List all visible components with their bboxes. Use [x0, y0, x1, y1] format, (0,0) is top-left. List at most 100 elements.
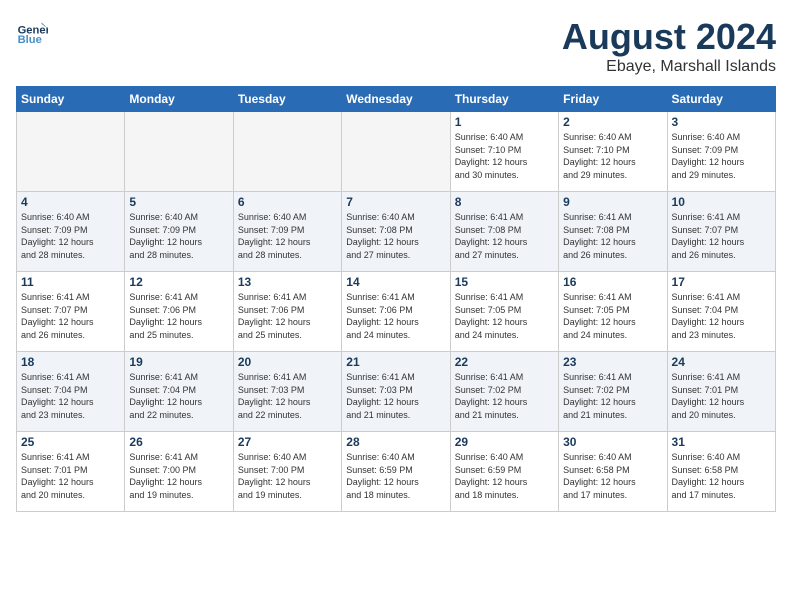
day-info: Sunrise: 6:41 AM Sunset: 7:06 PM Dayligh… [346, 291, 445, 341]
calendar-day-cell: 10 Sunrise: 6:41 AM Sunset: 7:07 PM Dayli… [667, 192, 775, 272]
day-number: 19 [129, 355, 228, 369]
day-number: 10 [672, 195, 771, 209]
calendar-day-cell: 3 Sunrise: 6:40 AM Sunset: 7:09 PM Daylig… [667, 112, 775, 192]
location-title: Ebaye, Marshall Islands [562, 58, 776, 76]
calendar-day-cell: 22 Sunrise: 6:41 AM Sunset: 7:02 PM Dayli… [450, 352, 558, 432]
day-number: 30 [563, 435, 662, 449]
calendar-header-row: SundayMondayTuesdayWednesdayThursdayFrid… [17, 87, 776, 112]
day-number: 8 [455, 195, 554, 209]
calendar-day-cell: 20Sunrise: 6:41 AM Sunset: 7:03 PM Dayli… [233, 352, 341, 432]
calendar-day-cell: 15 Sunrise: 6:41 AM Sunset: 7:05 PM Dayli… [450, 272, 558, 352]
calendar-day-cell: 25 Sunrise: 6:41 AM Sunset: 7:01 PM Dayli… [17, 432, 125, 512]
day-info: Sunrise: 6:41 AM Sunset: 7:04 PM Dayligh… [129, 371, 228, 421]
day-info: Sunrise: 6:40 AM Sunset: 7:08 PM Dayligh… [346, 211, 445, 261]
calendar-week-row: 4Sunrise: 6:40 AM Sunset: 7:09 PM Daylig… [17, 192, 776, 272]
day-number: 13 [238, 275, 337, 289]
day-number: 27 [238, 435, 337, 449]
weekday-header: Sunday [17, 87, 125, 112]
calendar-day-cell: 19 Sunrise: 6:41 AM Sunset: 7:04 PM Dayli… [125, 352, 233, 432]
calendar-day-cell: 12 Sunrise: 6:41 AM Sunset: 7:06 PM Dayli… [125, 272, 233, 352]
day-number: 1 [455, 115, 554, 129]
calendar-day-cell: 16 Sunrise: 6:41 AM Sunset: 7:05 PM Dayli… [559, 272, 667, 352]
day-info: Sunrise: 6:41 AM Sunset: 7:07 PM Dayligh… [21, 291, 120, 341]
day-number: 23 [563, 355, 662, 369]
day-number: 25 [21, 435, 120, 449]
calendar-day-cell: 26Sunrise: 6:41 AM Sunset: 7:00 PM Dayli… [125, 432, 233, 512]
day-number: 14 [346, 275, 445, 289]
logo: General Blue [16, 16, 48, 48]
weekday-header: Monday [125, 87, 233, 112]
day-number: 3 [672, 115, 771, 129]
day-info: Sunrise: 6:41 AM Sunset: 7:05 PM Dayligh… [563, 291, 662, 341]
day-number: 18 [21, 355, 120, 369]
calendar-day-cell: 11 Sunrise: 6:41 AM Sunset: 7:07 PM Dayli… [17, 272, 125, 352]
calendar-day-cell: 2 Sunrise: 6:40 AM Sunset: 7:10 PM Daylig… [559, 112, 667, 192]
calendar-day-cell [233, 112, 341, 192]
calendar-day-cell: 24Sunrise: 6:41 AM Sunset: 7:01 PM Dayli… [667, 352, 775, 432]
day-number: 22 [455, 355, 554, 369]
day-info: Sunrise: 6:41 AM Sunset: 7:00 PM Dayligh… [129, 451, 228, 501]
day-number: 6 [238, 195, 337, 209]
calendar-day-cell: 13 Sunrise: 6:41 AM Sunset: 7:06 PM Dayli… [233, 272, 341, 352]
day-number: 15 [455, 275, 554, 289]
day-info: Sunrise: 6:40 AM Sunset: 7:00 PM Dayligh… [238, 451, 337, 501]
weekday-header: Thursday [450, 87, 558, 112]
weekday-header: Saturday [667, 87, 775, 112]
calendar-day-cell: 14 Sunrise: 6:41 AM Sunset: 7:06 PM Dayli… [342, 272, 450, 352]
day-info: Sunrise: 6:41 AM Sunset: 7:06 PM Dayligh… [129, 291, 228, 341]
day-number: 31 [672, 435, 771, 449]
calendar-week-row: 25 Sunrise: 6:41 AM Sunset: 7:01 PM Dayli… [17, 432, 776, 512]
calendar-week-row: 11 Sunrise: 6:41 AM Sunset: 7:07 PM Dayli… [17, 272, 776, 352]
calendar-table: SundayMondayTuesdayWednesdayThursdayFrid… [16, 86, 776, 512]
day-info: Sunrise: 6:41 AM Sunset: 7:01 PM Dayligh… [21, 451, 120, 501]
day-info: Sunrise: 6:40 AM Sunset: 7:09 PM Dayligh… [21, 211, 120, 261]
day-info: Sunrise: 6:41 AM Sunset: 7:01 PM Dayligh… [672, 371, 771, 421]
day-info: Sunrise: 6:40 AM Sunset: 6:58 PM Dayligh… [672, 451, 771, 501]
day-info: Sunrise: 6:41 AM Sunset: 7:02 PM Dayligh… [455, 371, 554, 421]
day-info: Sunrise: 6:40 AM Sunset: 7:09 PM Dayligh… [129, 211, 228, 261]
day-info: Sunrise: 6:40 AM Sunset: 6:58 PM Dayligh… [563, 451, 662, 501]
day-number: 12 [129, 275, 228, 289]
day-number: 16 [563, 275, 662, 289]
day-info: Sunrise: 6:41 AM Sunset: 7:03 PM Dayligh… [346, 371, 445, 421]
day-info: Sunrise: 6:41 AM Sunset: 7:07 PM Dayligh… [672, 211, 771, 261]
calendar-day-cell: 23 Sunrise: 6:41 AM Sunset: 7:02 PM Dayli… [559, 352, 667, 432]
svg-text:Blue: Blue [18, 34, 42, 46]
day-info: Sunrise: 6:41 AM Sunset: 7:02 PM Dayligh… [563, 371, 662, 421]
day-info: Sunrise: 6:41 AM Sunset: 7:06 PM Dayligh… [238, 291, 337, 341]
day-info: Sunrise: 6:41 AM Sunset: 7:04 PM Dayligh… [21, 371, 120, 421]
calendar-day-cell: 28Sunrise: 6:40 AM Sunset: 6:59 PM Dayli… [342, 432, 450, 512]
calendar-day-cell: 7 Sunrise: 6:40 AM Sunset: 7:08 PM Daylig… [342, 192, 450, 272]
day-number: 21 [346, 355, 445, 369]
day-info: Sunrise: 6:40 AM Sunset: 7:10 PM Dayligh… [563, 131, 662, 181]
title-block: August 2024 Ebaye, Marshall Islands [562, 16, 776, 76]
day-number: 20 [238, 355, 337, 369]
calendar-day-cell [125, 112, 233, 192]
day-info: Sunrise: 6:41 AM Sunset: 7:04 PM Dayligh… [672, 291, 771, 341]
weekday-header: Wednesday [342, 87, 450, 112]
weekday-header: Friday [559, 87, 667, 112]
day-number: 2 [563, 115, 662, 129]
day-info: Sunrise: 6:40 AM Sunset: 7:10 PM Dayligh… [455, 131, 554, 181]
calendar-day-cell: 5Sunrise: 6:40 AM Sunset: 7:09 PM Daylig… [125, 192, 233, 272]
calendar-week-row: 18 Sunrise: 6:41 AM Sunset: 7:04 PM Dayli… [17, 352, 776, 432]
calendar-day-cell: 4Sunrise: 6:40 AM Sunset: 7:09 PM Daylig… [17, 192, 125, 272]
calendar-day-cell: 6 Sunrise: 6:40 AM Sunset: 7:09 PM Daylig… [233, 192, 341, 272]
calendar-day-cell: 9Sunrise: 6:41 AM Sunset: 7:08 PM Daylig… [559, 192, 667, 272]
day-number: 29 [455, 435, 554, 449]
calendar-day-cell: 17Sunrise: 6:41 AM Sunset: 7:04 PM Dayli… [667, 272, 775, 352]
calendar-day-cell: 30 Sunrise: 6:40 AM Sunset: 6:58 PM Dayli… [559, 432, 667, 512]
calendar-day-cell: 8 Sunrise: 6:41 AM Sunset: 7:08 PM Daylig… [450, 192, 558, 272]
day-info: Sunrise: 6:40 AM Sunset: 7:09 PM Dayligh… [672, 131, 771, 181]
day-info: Sunrise: 6:41 AM Sunset: 7:08 PM Dayligh… [455, 211, 554, 261]
day-info: Sunrise: 6:41 AM Sunset: 7:05 PM Dayligh… [455, 291, 554, 341]
calendar-day-cell [342, 112, 450, 192]
calendar-day-cell: 18 Sunrise: 6:41 AM Sunset: 7:04 PM Dayli… [17, 352, 125, 432]
page-header: General Blue August 2024 Ebaye, Marshall… [16, 16, 776, 76]
day-info: Sunrise: 6:40 AM Sunset: 6:59 PM Dayligh… [346, 451, 445, 501]
day-info: Sunrise: 6:40 AM Sunset: 7:09 PM Dayligh… [238, 211, 337, 261]
day-number: 7 [346, 195, 445, 209]
day-number: 11 [21, 275, 120, 289]
calendar-week-row: 1 Sunrise: 6:40 AM Sunset: 7:10 PM Daylig… [17, 112, 776, 192]
day-number: 9 [563, 195, 662, 209]
